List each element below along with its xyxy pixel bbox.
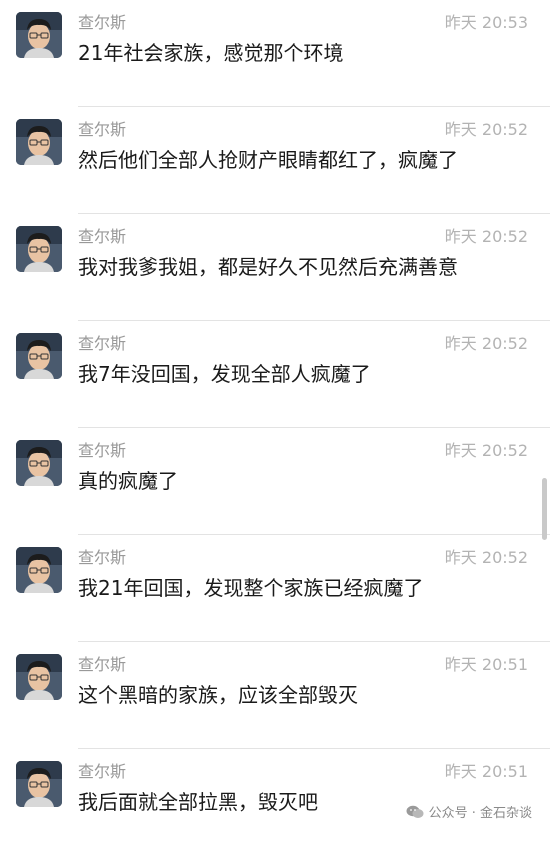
message-text: 真的疯魔了 <box>78 469 178 493</box>
message-timestamp: 昨天 20:52 <box>444 334 528 353</box>
message-timestamp: 昨天 20:53 <box>444 13 528 32</box>
message-timestamp: 昨天 20:52 <box>444 227 528 246</box>
avatar[interactable] <box>16 226 62 272</box>
avatar[interactable] <box>16 12 62 58</box>
sender-name: 查尔斯 <box>78 334 127 353</box>
chat-message-row[interactable]: 查尔斯 昨天 20:52 我对我爹我姐，都是好久不见然后充满善意 <box>0 214 550 321</box>
sender-name: 查尔斯 <box>78 227 127 246</box>
message-text: 这个黑暗的家族，应该全部毁灭 <box>78 683 358 707</box>
avatar[interactable] <box>16 119 62 165</box>
scrollbar-thumb[interactable] <box>542 478 547 540</box>
chat-message-row[interactable]: 查尔斯 昨天 20:52 真的疯魔了 <box>0 428 550 535</box>
message-timestamp: 昨天 20:51 <box>444 762 528 781</box>
sender-name: 查尔斯 <box>78 762 127 781</box>
sender-name: 查尔斯 <box>78 13 127 32</box>
message-timestamp: 昨天 20:52 <box>444 548 528 567</box>
avatar[interactable] <box>16 654 62 700</box>
chat-message-row[interactable]: 查尔斯 昨天 20:52 我21年回国，发现整个家族已经疯魔了 <box>0 535 550 642</box>
chat-message-row[interactable]: 查尔斯 昨天 20:53 21年社会家族，感觉那个环境 <box>0 0 550 107</box>
message-timestamp: 昨天 20:51 <box>444 655 528 674</box>
message-text: 我对我爹我姐，都是好久不见然后充满善意 <box>78 255 458 279</box>
message-text: 然后他们全部人抢财产眼睛都红了，疯魔了 <box>78 148 458 172</box>
message-timestamp: 昨天 20:52 <box>444 120 528 139</box>
message-text: 我21年回国，发现整个家族已经疯魔了 <box>78 576 424 600</box>
sender-name: 查尔斯 <box>78 548 127 567</box>
message-timestamp: 昨天 20:52 <box>444 441 528 460</box>
chat-message-list[interactable]: 查尔斯 昨天 20:53 21年社会家族，感觉那个环境 查尔斯 昨天 20:52… <box>0 0 550 835</box>
avatar[interactable] <box>16 440 62 486</box>
watermark: 公众号 · 金石杂谈 <box>406 802 532 821</box>
chat-message-row[interactable]: 查尔斯 昨天 20:51 这个黑暗的家族，应该全部毁灭 <box>0 642 550 749</box>
message-text: 我后面就全部拉黑，毁灭吧 <box>78 790 318 814</box>
avatar[interactable] <box>16 761 62 807</box>
chat-message-row[interactable]: 查尔斯 昨天 20:52 我7年没回国，发现全部人疯魔了 <box>0 321 550 428</box>
sender-name: 查尔斯 <box>78 655 127 674</box>
chat-message-row[interactable]: 查尔斯 昨天 20:52 然后他们全部人抢财产眼睛都红了，疯魔了 <box>0 107 550 214</box>
watermark-text: 公众号 · 金石杂谈 <box>428 806 532 821</box>
message-text: 我7年没回国，发现全部人疯魔了 <box>78 362 371 386</box>
wechat-icon <box>406 805 424 818</box>
sender-name: 查尔斯 <box>78 441 127 460</box>
avatar[interactable] <box>16 547 62 593</box>
message-text: 21年社会家族，感觉那个环境 <box>78 41 344 65</box>
sender-name: 查尔斯 <box>78 120 127 139</box>
avatar[interactable] <box>16 333 62 379</box>
